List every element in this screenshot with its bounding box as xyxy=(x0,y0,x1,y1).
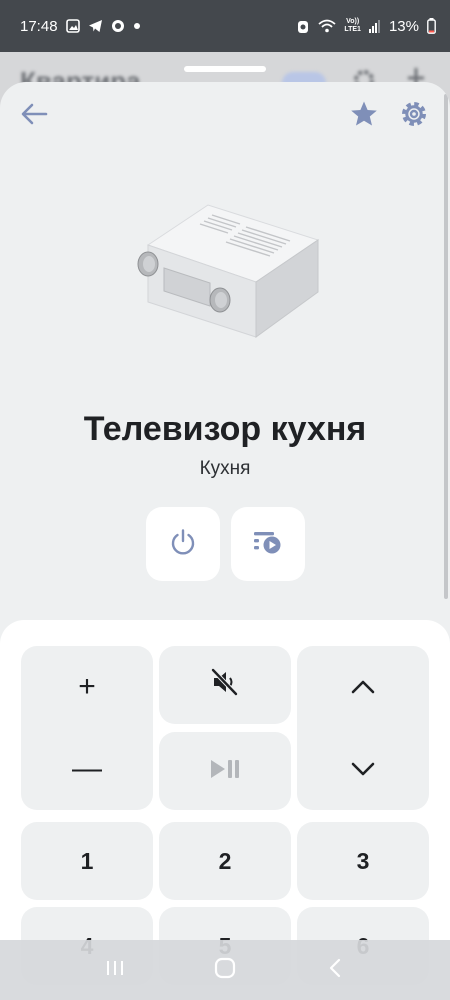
channel-rocker xyxy=(297,646,429,810)
telegram-icon xyxy=(88,19,103,33)
dot-icon xyxy=(133,22,141,30)
volume-down-button[interactable]: — xyxy=(21,728,153,810)
gear-icon xyxy=(400,100,428,133)
digit-label: 2 xyxy=(218,847,232,874)
alarm-icon xyxy=(296,19,310,34)
record-icon xyxy=(111,19,125,33)
status-bar: 17:48 Vo)) LTE1 13% xyxy=(0,0,450,52)
chevron-down-icon xyxy=(350,756,376,783)
scroll-indicator xyxy=(444,94,448,599)
power-icon xyxy=(168,527,198,562)
device-image xyxy=(128,200,323,345)
digit-3-button[interactable]: 3 xyxy=(297,822,429,900)
battery-icon xyxy=(427,18,436,34)
channel-up-button[interactable] xyxy=(297,646,429,728)
volume-down-label: — xyxy=(72,752,102,785)
gallery-icon xyxy=(65,19,80,33)
device-name: Телевизор кухня xyxy=(83,410,367,448)
power-button[interactable] xyxy=(146,507,220,581)
back-button[interactable] xyxy=(14,96,54,136)
system-nav-bar xyxy=(0,940,450,1000)
home-button[interactable] xyxy=(205,950,245,990)
volume-up-label: + xyxy=(78,670,96,703)
arrow-left-icon xyxy=(20,102,48,131)
network-label-bottom: LTE1 xyxy=(344,26,361,33)
home-icon xyxy=(214,957,236,984)
mute-button[interactable] xyxy=(159,646,291,724)
recents-button[interactable] xyxy=(95,950,135,990)
play-pause-icon xyxy=(209,758,241,785)
channel-down-button[interactable] xyxy=(297,728,429,810)
sheet-drag-handle[interactable] xyxy=(184,66,266,72)
digit-1-button[interactable]: 1 xyxy=(21,822,153,900)
status-right: Vo)) LTE1 13% xyxy=(296,18,436,35)
wifi-icon xyxy=(318,19,336,33)
play-pause-button[interactable] xyxy=(159,732,291,810)
volume-rocker: + — xyxy=(21,646,153,810)
signal-icon xyxy=(368,19,381,33)
settings-button[interactable] xyxy=(394,96,434,136)
recents-icon xyxy=(104,958,126,983)
nav-back-icon xyxy=(327,957,343,984)
battery-percent: 13% xyxy=(388,17,419,35)
network-label-top: Vo)) xyxy=(346,18,360,25)
favorite-button[interactable] xyxy=(344,96,384,136)
status-time: 17:48 xyxy=(20,17,58,35)
nav-back-button[interactable] xyxy=(315,950,355,990)
chevron-up-icon xyxy=(350,674,376,701)
playlist-play-icon xyxy=(252,529,284,560)
source-button[interactable] xyxy=(231,507,305,581)
volte-icon: Vo)) LTE1 xyxy=(344,18,361,34)
status-left: 17:48 xyxy=(20,18,141,35)
device-room: Кухня xyxy=(199,458,251,479)
digit-2-button[interactable]: 2 xyxy=(159,822,291,900)
digit-label: 3 xyxy=(356,847,370,874)
mute-icon xyxy=(210,668,240,702)
digit-label: 1 xyxy=(80,847,94,874)
star-icon xyxy=(350,100,378,132)
volume-up-button[interactable]: + xyxy=(21,646,153,728)
